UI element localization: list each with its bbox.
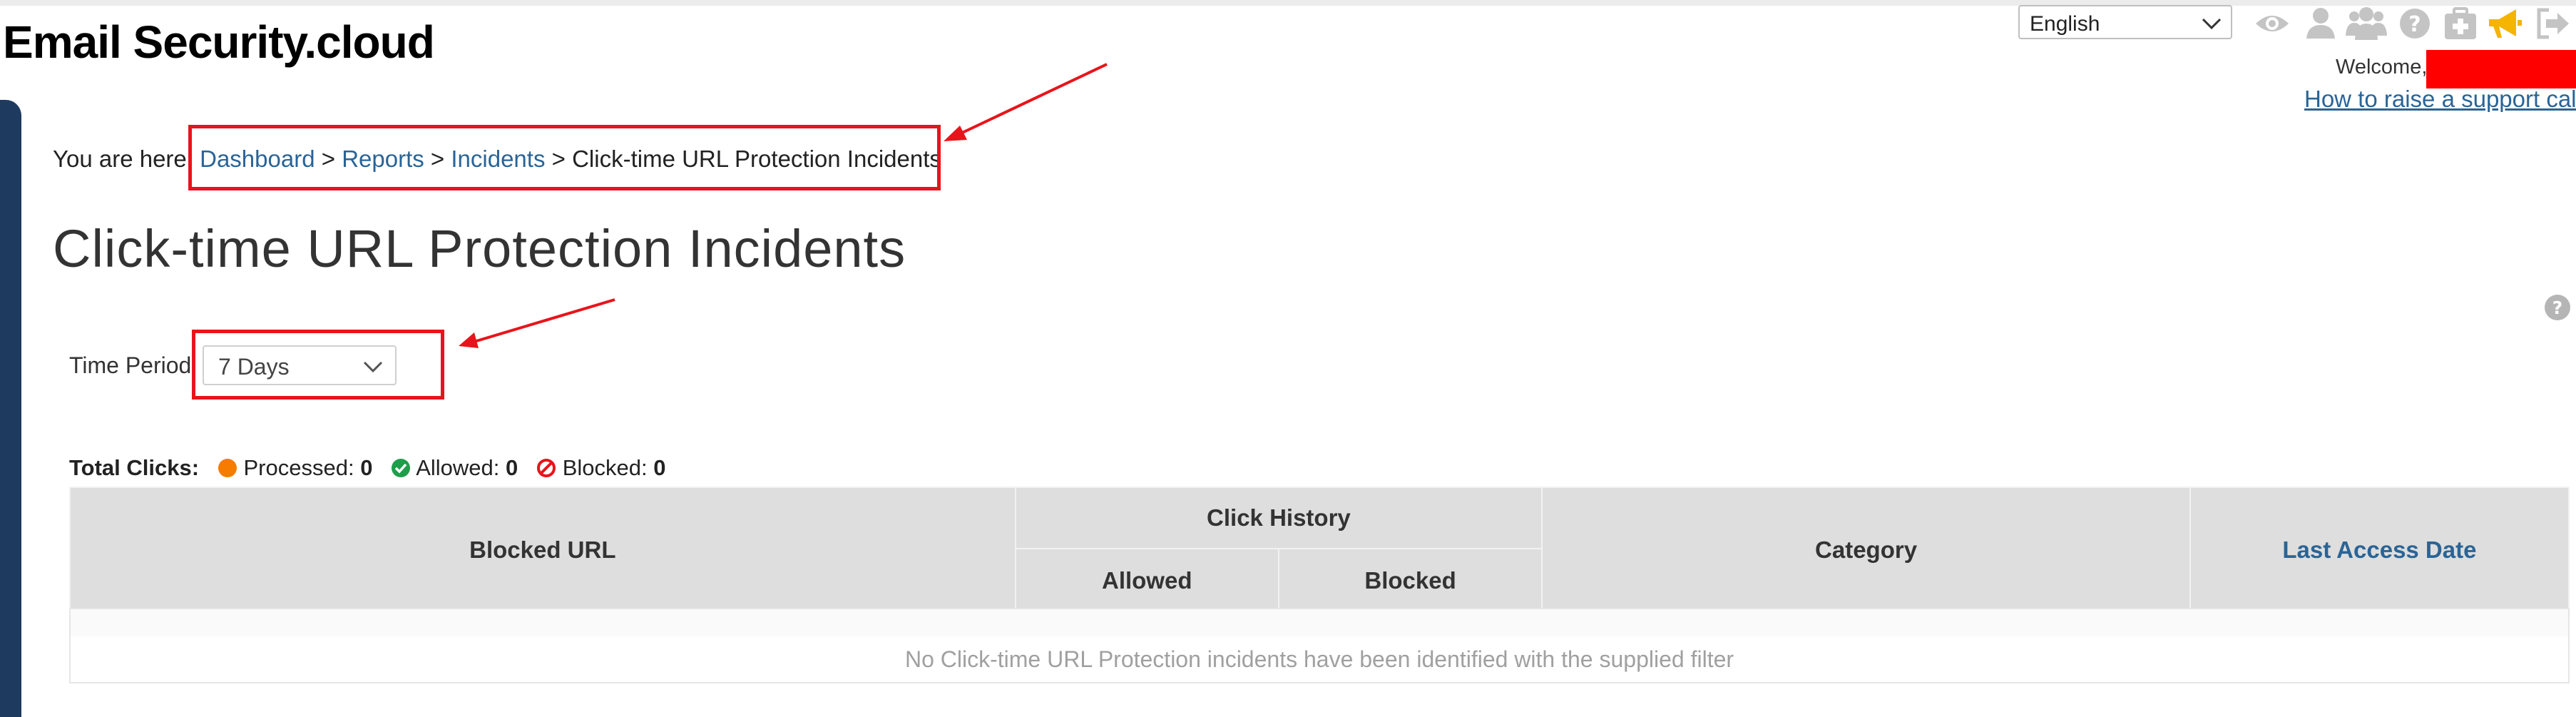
processed-value: 0 [360,455,373,480]
empty-row-stripe [71,609,2568,636]
allowed-check-icon [392,459,411,477]
empty-table-row: No Click-time URL Protection incidents h… [69,608,2570,683]
annotation-arrow-1 [959,63,1108,136]
column-header-click-history: Click History [1014,487,1543,549]
column-header-category[interactable]: Category [1541,487,2191,614]
incidents-table: Blocked URL Click History Category Last … [69,487,2570,614]
column-header-allowed[interactable]: Allowed [1014,548,1279,614]
total-clicks-label: Total Clicks: [69,455,200,480]
processed-status-icon [218,459,237,477]
column-header-last-access-date[interactable]: Last Access Date [2189,487,2570,614]
allowed-value: 0 [506,455,518,480]
allowed-label: Allowed: [416,455,500,480]
total-clicks-summary: Total Clicks: Processed: 0 Allowed: 0 Bl… [69,455,666,481]
column-header-blocked[interactable]: Blocked [1277,548,1543,614]
empty-message: No Click-time URL Protection incidents h… [904,646,1734,672]
column-header-blocked-url[interactable]: Blocked URL [69,487,1016,614]
processed-label: Processed: [243,455,354,480]
blocked-ban-icon [537,459,556,477]
annotation-arrow-2 [476,298,615,342]
blocked-value: 0 [653,455,666,480]
blocked-label: Blocked: [562,455,648,480]
annotation-arrowhead-2 [459,332,479,348]
annotation-arrowhead-1 [944,126,967,141]
